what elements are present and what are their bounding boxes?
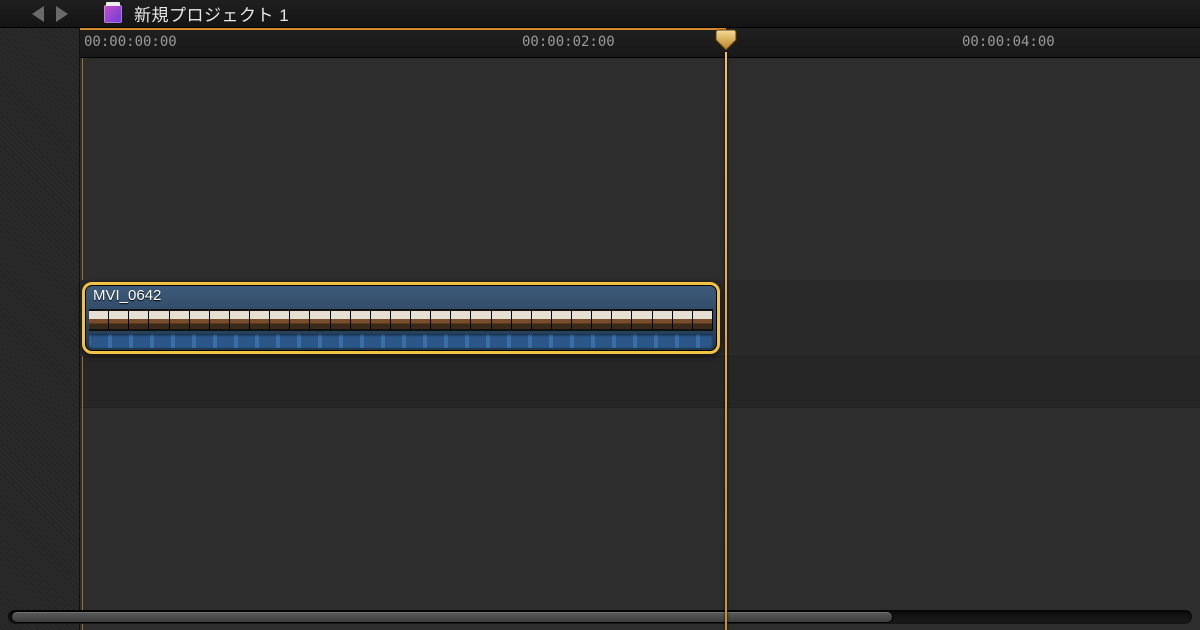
thumbnail-icon	[210, 311, 230, 329]
project-icon	[104, 5, 122, 23]
thumbnail-icon	[290, 311, 310, 329]
playhead-handle[interactable]	[714, 28, 738, 52]
thumbnail-icon	[492, 311, 512, 329]
thumbnail-icon	[411, 311, 431, 329]
video-editor-timeline: 新規プロジェクト 1 00:00:00:00 00:00:02:00 00:00…	[0, 0, 1200, 630]
thumbnail-icon	[451, 311, 471, 329]
clip-audio-waveform	[89, 334, 713, 348]
thumbnail-icon	[310, 311, 330, 329]
thumbnail-icon	[149, 311, 169, 329]
timecode-label: 00:00:04:00	[962, 34, 1055, 50]
thumbnail-icon	[612, 311, 632, 329]
thumbnail-icon	[431, 311, 451, 329]
thumbnail-icon	[250, 311, 270, 329]
primary-storyline[interactable]: MVI_0642	[80, 280, 1200, 356]
thumbnail-icon	[693, 311, 713, 329]
thumbnail-icon	[331, 311, 351, 329]
thumbnail-icon	[270, 311, 290, 329]
scrollbar-thumb[interactable]	[12, 612, 892, 622]
tracks-area[interactable]: MVI_0642	[80, 58, 1200, 630]
thumbnail-icon	[230, 311, 250, 329]
thumbnail-icon	[89, 311, 109, 329]
time-ruler[interactable]: 00:00:00:00 00:00:02:00 00:00:04:00	[80, 28, 1200, 58]
playhead-icon	[714, 28, 738, 52]
thumbnail-icon	[129, 311, 149, 329]
timeline-main: 00:00:00:00 00:00:02:00 00:00:04:00	[0, 28, 1200, 630]
horizontal-scrollbar[interactable]	[8, 610, 1192, 624]
thumbnail-icon	[471, 311, 491, 329]
ruler-used-range	[80, 28, 726, 30]
thumbnail-icon	[109, 311, 129, 329]
thumbnail-icon	[552, 311, 572, 329]
secondary-lane[interactable]	[80, 356, 1200, 408]
empty-track-space	[80, 58, 1200, 280]
timecode-label: 00:00:00:00	[84, 34, 177, 50]
thumbnail-icon	[170, 311, 190, 329]
clip-name-label: MVI_0642	[85, 285, 717, 304]
thumbnail-icon	[653, 311, 673, 329]
thumbnail-icon	[532, 311, 552, 329]
project-header: 新規プロジェクト 1	[0, 0, 1200, 28]
thumbnail-icon	[592, 311, 612, 329]
nav-forward-icon[interactable]	[56, 6, 68, 22]
thumbnail-icon	[190, 311, 210, 329]
thumbnail-icon	[371, 311, 391, 329]
timeline-gutter	[0, 28, 80, 630]
project-title: 新規プロジェクト 1	[134, 1, 289, 26]
thumbnail-icon	[632, 311, 652, 329]
thumbnail-icon	[391, 311, 411, 329]
thumbnail-icon	[572, 311, 592, 329]
timeline[interactable]: 00:00:00:00 00:00:02:00 00:00:04:00	[80, 28, 1200, 630]
clip-filmstrip	[89, 309, 713, 331]
thumbnail-icon	[351, 311, 371, 329]
timecode-label: 00:00:02:00	[522, 34, 615, 50]
video-clip[interactable]: MVI_0642	[82, 282, 720, 354]
playhead-line[interactable]	[725, 52, 727, 630]
nav-back-icon[interactable]	[32, 6, 44, 22]
thumbnail-icon	[512, 311, 532, 329]
thumbnail-icon	[673, 311, 693, 329]
